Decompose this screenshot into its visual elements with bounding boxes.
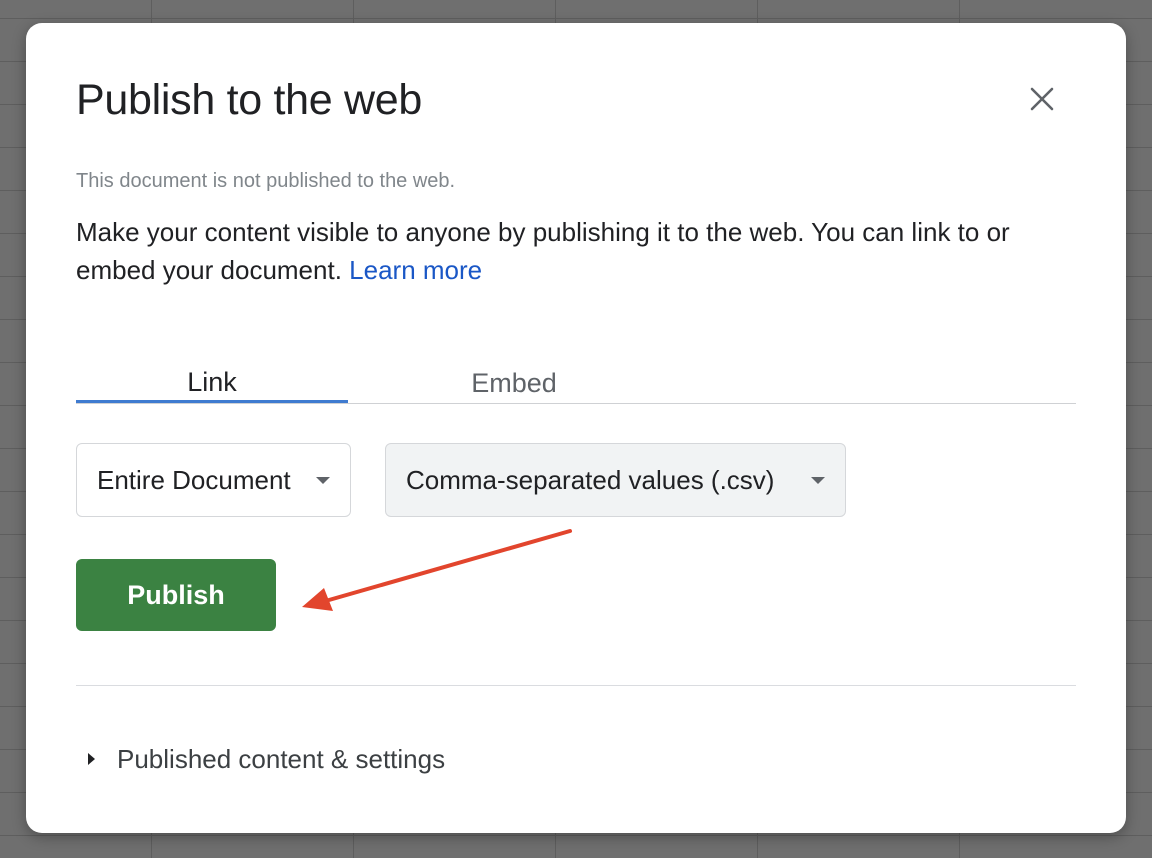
publish-status-text: This document is not published to the we… xyxy=(76,170,456,192)
learn-more-link[interactable]: Learn more xyxy=(349,255,482,285)
description-body: Make your content visible to anyone by p… xyxy=(76,217,1010,285)
format-select[interactable]: Comma-separated values (.csv) xyxy=(385,443,846,517)
publish-button[interactable]: Publish xyxy=(76,559,276,631)
published-settings-label: Published content & settings xyxy=(117,743,446,774)
triangle-right-icon xyxy=(88,753,95,765)
chevron-down-icon xyxy=(811,477,825,484)
section-divider xyxy=(76,685,1076,686)
publish-dialog: Publish to the web This document is not … xyxy=(26,23,1126,833)
range-select[interactable]: Entire Document xyxy=(76,443,351,517)
close-button[interactable] xyxy=(1022,79,1062,119)
chevron-down-icon xyxy=(316,477,330,484)
tab-link[interactable]: Link xyxy=(76,363,348,403)
published-settings-toggle[interactable]: Published content & settings xyxy=(88,739,445,779)
format-select-value: Comma-separated values (.csv) xyxy=(406,464,775,495)
dialog-title: Publish to the web xyxy=(76,76,422,124)
publish-tabs: Link Embed xyxy=(76,363,1076,404)
tab-embed[interactable]: Embed xyxy=(348,363,680,403)
range-select-value: Entire Document xyxy=(97,464,291,495)
close-icon xyxy=(1030,87,1054,111)
description-text: Make your content visible to anyone by p… xyxy=(76,213,1076,289)
